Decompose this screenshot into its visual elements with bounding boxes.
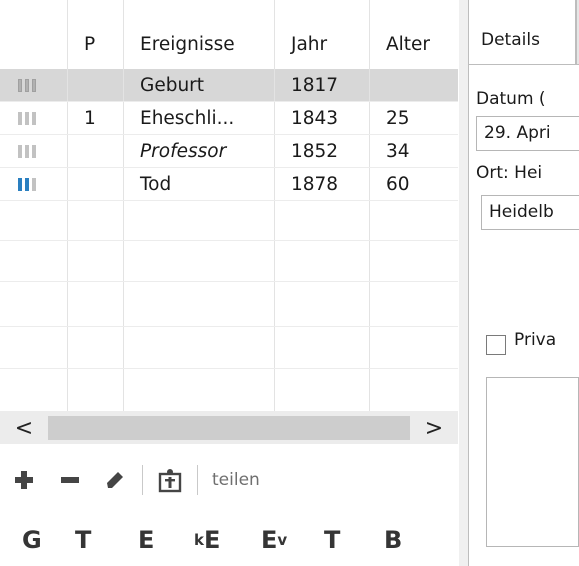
cell-event: Eheschli...: [124, 102, 275, 134]
events-panel: P Ereignisse Jahr Alter Geburt 1817 1 Ehesc…: [0, 0, 459, 566]
cell-p: 1: [68, 102, 124, 134]
horizontal-scrollbar[interactable]: < >: [0, 412, 458, 444]
pencil-icon: [107, 472, 123, 488]
cell-age: 25: [386, 107, 410, 129]
scroll-thumb[interactable]: [48, 416, 410, 440]
minus-icon: [61, 477, 79, 483]
cell-year: [275, 241, 370, 281]
cell-year: 1817: [275, 69, 370, 101]
table-row[interactable]: Professor 1852 34: [0, 135, 458, 168]
table-row[interactable]: [0, 201, 458, 241]
cell-event: Professor: [124, 135, 275, 167]
letter-button-t[interactable]: T: [75, 513, 138, 566]
plus-icon: [15, 471, 33, 489]
cell-p: [68, 327, 124, 368]
letter-button-ev[interactable]: Ev: [261, 513, 324, 566]
date-field[interactable]: 29. Apri: [476, 116, 579, 151]
cell-year: [275, 201, 370, 240]
row-status-cell: [0, 369, 68, 411]
row-status-cell: [0, 102, 68, 134]
edit-event-button[interactable]: [92, 455, 138, 505]
table-row[interactable]: Tod 1878 60: [0, 168, 458, 201]
letter-button-b[interactable]: B: [384, 513, 424, 566]
date-label: Datum (: [476, 89, 546, 109]
status-bars-icon: [18, 78, 36, 92]
table-row[interactable]: 1 Eheschli... 1843 25: [0, 102, 458, 135]
row-status-cell: [0, 241, 68, 281]
row-status-cell: [0, 327, 68, 368]
cell-event: [124, 369, 275, 411]
cell-event: [124, 241, 275, 281]
cell-age: 60: [386, 173, 410, 195]
event-toolbar: teilen: [0, 455, 459, 505]
status-bars-icon: [18, 111, 36, 125]
private-checkbox[interactable]: [486, 335, 506, 355]
cell-p: [68, 201, 124, 240]
cell-age: [370, 201, 458, 240]
cell-year: [275, 282, 370, 326]
cell-age: [370, 69, 458, 101]
row-status-cell: [0, 135, 68, 167]
notes-textarea[interactable]: [486, 377, 579, 547]
remove-event-button[interactable]: [48, 455, 92, 505]
row-status-cell: [0, 201, 68, 240]
cell-age: [370, 241, 458, 281]
status-bars-icon: [18, 144, 36, 158]
event-type-bar: G T E kE Ev T B: [0, 513, 459, 566]
person-icon: [158, 469, 182, 493]
toolbar-divider: [197, 465, 198, 495]
events-grid: P Ereignisse Jahr Alter Geburt 1817 1 Ehesc…: [0, 0, 458, 412]
table-row[interactable]: Geburt 1817: [0, 69, 458, 102]
letter-button-ke[interactable]: kE: [194, 513, 261, 566]
cell-age: [370, 327, 458, 368]
letter-button-e[interactable]: E: [138, 513, 194, 566]
tab-details[interactable]: Details: [468, 0, 576, 64]
cell-p: [68, 282, 124, 326]
table-row[interactable]: [0, 282, 458, 327]
cell-event: [124, 327, 275, 368]
row-status-cell: [0, 282, 68, 326]
scroll-right-button[interactable]: >: [410, 412, 458, 444]
letter-button-t2[interactable]: T: [324, 513, 384, 566]
cell-p: [68, 369, 124, 411]
table-row[interactable]: [0, 369, 458, 412]
cell-age: 34: [386, 140, 410, 162]
cell-year: [275, 369, 370, 411]
toolbar-divider: [142, 465, 143, 495]
cell-year: [275, 327, 370, 368]
details-tabs: Details: [468, 0, 579, 64]
cell-p: [68, 168, 124, 200]
cell-year: 1852: [275, 135, 370, 167]
private-label: Priva: [514, 330, 557, 350]
letter-button-g[interactable]: G: [22, 513, 75, 566]
details-panel: Details Datum ( 29. Apri Ort: Hei Heidel…: [459, 0, 579, 566]
row-status-cell: [0, 69, 68, 101]
place-label: Ort: Hei: [476, 163, 543, 183]
status-bars-icon: [18, 177, 36, 191]
letter-ev-suffix: v: [277, 530, 288, 549]
add-event-button[interactable]: [0, 455, 48, 505]
table-row[interactable]: [0, 327, 458, 369]
cell-year: 1843: [275, 102, 370, 134]
person-button[interactable]: [147, 455, 193, 505]
cell-event: Tod: [124, 168, 275, 200]
cell-year: 1878: [275, 168, 370, 200]
cell-age: [370, 282, 458, 326]
letter-ev-main: E: [261, 525, 278, 554]
cell-event: [124, 282, 275, 326]
table-row[interactable]: [0, 241, 458, 282]
letter-ke-main: E: [203, 525, 221, 554]
share-button[interactable]: teilen: [202, 455, 260, 505]
row-status-cell: [0, 168, 68, 200]
cell-p: [68, 135, 124, 167]
cell-age: [370, 369, 458, 411]
place-field[interactable]: Heidelb: [481, 195, 579, 230]
cell-event: Geburt: [124, 69, 275, 101]
letter-ke-prefix: k: [194, 530, 204, 549]
cell-event: [124, 201, 275, 240]
cell-p: [68, 241, 124, 281]
scroll-left-button[interactable]: <: [0, 412, 48, 444]
cell-p: [68, 69, 124, 101]
